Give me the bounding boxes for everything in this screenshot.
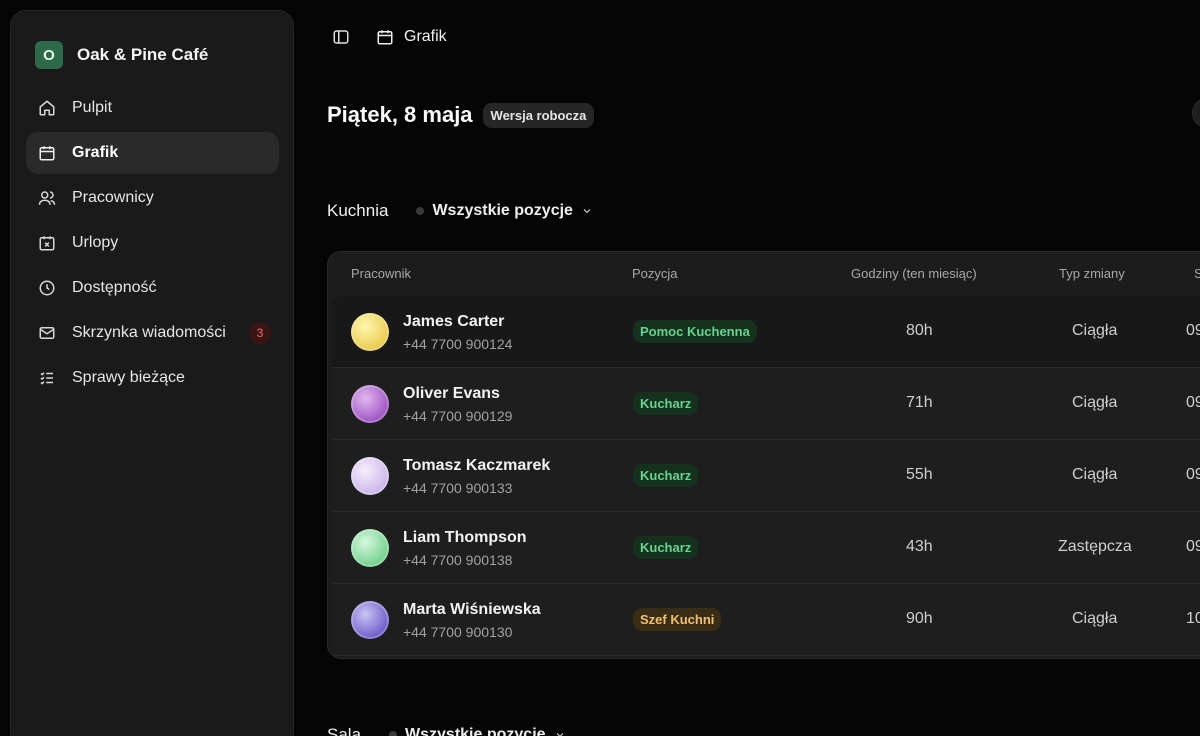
- table-row[interactable]: Oliver Evans +44 7700 900129 Kucharz 71h Cią…: [332, 368, 1200, 440]
- unread-count-badge: 3: [249, 322, 271, 344]
- section-header-kuchnia: Kuchnia Wszystkie pozycje: [327, 201, 593, 221]
- header-action-button[interactable]: [1192, 98, 1200, 128]
- table-header: Pracownik Pozycja Godziny (ten miesiąc) …: [328, 252, 1200, 296]
- sidebar-item-label: Sprawy bieżące: [72, 369, 185, 386]
- sidebar-item-label: Pulpit: [72, 99, 113, 116]
- employee-name[interactable]: James Carter: [403, 313, 504, 331]
- sidebar-item-label: Pracownicy: [72, 189, 154, 206]
- chevron-down-icon: [556, 733, 563, 736]
- table-row[interactable]: James Carter +44 7700 900124 Pomoc Kuchenn…: [332, 296, 1200, 368]
- employee-name[interactable]: Oliver Evans: [403, 385, 500, 403]
- section-header-sala: Sala Wszystkie pozycje: [327, 725, 566, 736]
- shift-start: 09: [1186, 466, 1200, 483]
- status-badge: Wersja robocza: [482, 102, 595, 128]
- employee-phone: +44 7700 900130: [403, 624, 513, 640]
- shift-start: 09: [1186, 394, 1200, 411]
- avatar: [351, 529, 389, 567]
- shift-start: 09: [1186, 538, 1200, 555]
- sidebar-item-pulpit[interactable]: Pulpit: [26, 87, 279, 129]
- column-header[interactable]: Pozycja: [632, 266, 678, 281]
- shift-type: Ciągła: [1072, 610, 1118, 627]
- mail-icon: [39, 327, 55, 339]
- shift-type: Zastępcza: [1058, 538, 1132, 555]
- avatar: [351, 313, 389, 351]
- position-badge: Kucharz: [633, 392, 699, 415]
- filter-label: Wszystkie pozycje: [405, 726, 546, 736]
- position-badge: Szef Kuchni: [633, 608, 722, 631]
- sidebar-item-sprawy[interactable]: Sprawy bieżące: [26, 357, 279, 399]
- column-header[interactable]: Godziny (ten miesiąc): [851, 266, 977, 281]
- hours-value: 90h: [906, 610, 933, 627]
- page-title: Piątek, 8 maja: [327, 102, 473, 127]
- employee-name[interactable]: Tomasz Kaczmarek: [403, 457, 550, 475]
- sidebar-item-grafik[interactable]: Grafik: [26, 132, 279, 174]
- section-title: Kuchnia: [327, 201, 389, 220]
- position-badge: Kucharz: [633, 464, 699, 487]
- table-row[interactable]: Tomasz Kaczmarek +44 7700 900133 Kucharz 55…: [332, 440, 1200, 512]
- brand-logo: O: [35, 41, 63, 69]
- employee-phone: +44 7700 900133: [403, 480, 513, 496]
- users-icon: [38, 191, 56, 205]
- column-header[interactable]: S: [1194, 266, 1200, 281]
- filter-label: Wszystkie pozycje: [432, 202, 573, 219]
- employee-phone: +44 7700 900138: [403, 552, 513, 568]
- avatar: [351, 385, 389, 423]
- avatar: [351, 457, 389, 495]
- table-row[interactable]: Marta Wiśniewska +44 7700 900130 Szef Kuch…: [332, 584, 1200, 656]
- sidebar-item-dostepnosc[interactable]: Dostępność: [26, 267, 279, 309]
- shift-type: Ciągła: [1072, 394, 1118, 411]
- filter-dot-icon: [416, 207, 425, 215]
- calendar-x-icon: [39, 236, 55, 251]
- sidebar-item-label: Dostępność: [72, 279, 157, 296]
- table-body: James Carter +44 7700 900124 Pomoc Kuchenn…: [332, 296, 1200, 656]
- employee-name[interactable]: Marta Wiśniewska: [403, 601, 541, 619]
- filter-dot-icon: [389, 731, 398, 736]
- sidebar: O Oak & Pine Café Pulpit Grafik Pracowni…: [10, 10, 294, 736]
- sidebar-item-label: Grafik: [72, 144, 119, 161]
- breadcrumb-label: Grafik: [404, 28, 447, 45]
- checklist-icon: [40, 372, 53, 385]
- hours-value: 55h: [906, 466, 933, 483]
- hours-value: 43h: [906, 538, 933, 555]
- topbar: Grafik: [332, 28, 447, 46]
- home-icon: [39, 100, 55, 116]
- sidebar-nav: Pulpit Grafik Pracownicy Urlopy Dostępno…: [26, 87, 279, 402]
- brand[interactable]: O Oak & Pine Café: [35, 41, 208, 69]
- brand-name: Oak & Pine Café: [77, 45, 209, 64]
- breadcrumb[interactable]: Grafik: [376, 28, 447, 46]
- calendar-icon: [377, 30, 393, 45]
- position-filter-dropdown[interactable]: Wszystkie pozycje: [416, 202, 593, 220]
- hours-value: 80h: [906, 322, 933, 339]
- column-header[interactable]: Pracownik: [351, 266, 411, 281]
- position-badge: Pomoc Kuchenna: [633, 320, 757, 343]
- avatar: [351, 601, 389, 639]
- schedule-table: Pracownik Pozycja Godziny (ten miesiąc) …: [327, 251, 1200, 659]
- column-header[interactable]: Typ zmiany: [1059, 266, 1125, 281]
- sidebar-toggle-icon[interactable]: [332, 28, 350, 46]
- shift-type: Ciągła: [1072, 466, 1118, 483]
- sidebar-item-pracownicy[interactable]: Pracownicy: [26, 177, 279, 219]
- sidebar-item-urlopy[interactable]: Urlopy: [26, 222, 279, 264]
- shift-start: 09: [1186, 322, 1200, 339]
- shift-type: Ciągła: [1072, 322, 1118, 339]
- calendar-icon: [39, 146, 55, 161]
- shift-start: 10: [1186, 610, 1200, 627]
- section-title: Sala: [327, 725, 362, 736]
- clock-icon: [39, 280, 55, 296]
- employee-phone: +44 7700 900124: [403, 336, 513, 352]
- position-filter-dropdown[interactable]: Wszystkie pozycje: [389, 726, 566, 736]
- chevron-down-icon: [583, 209, 591, 214]
- position-badge: Kucharz: [633, 536, 699, 559]
- employee-phone: +44 7700 900129: [403, 408, 513, 424]
- page-header: Piątek, 8 maja Wersja robocza: [327, 102, 595, 128]
- hours-value: 71h: [906, 394, 933, 411]
- sidebar-item-label: Urlopy: [72, 234, 119, 251]
- table-row[interactable]: Liam Thompson +44 7700 900138 Kucharz 43h Za…: [332, 512, 1200, 584]
- employee-name[interactable]: Liam Thompson: [403, 529, 527, 547]
- sidebar-item-skrzynka[interactable]: Skrzynka wiadomości 3: [26, 312, 279, 354]
- sidebar-item-label: Skrzynka wiadomości: [72, 324, 226, 341]
